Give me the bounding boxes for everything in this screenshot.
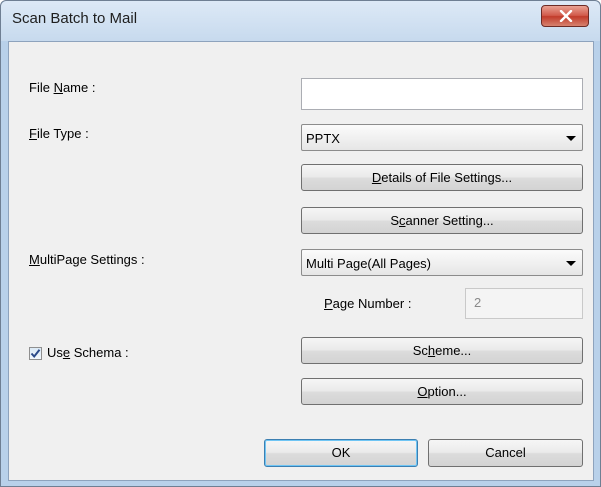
close-button[interactable] [541,5,589,27]
file-type-dropdown[interactable]: PPTX [301,124,583,151]
window-title: Scan Batch to Mail [12,10,138,27]
use-schema-label[interactable]: Use Schema : [47,345,129,360]
title-bar[interactable]: Scan Batch to Mail [1,1,600,41]
scanner-setting-button[interactable]: Scanner Setting... [301,207,583,234]
close-icon [559,10,573,22]
check-icon [30,349,41,359]
scheme-button[interactable]: Scheme... [301,337,583,364]
use-schema-checkbox[interactable] [29,347,42,360]
cancel-button[interactable]: Cancel [428,439,583,467]
option-button[interactable]: Option... [301,378,583,405]
file-name-input[interactable] [301,78,583,110]
file-name-label: File Name : [29,80,96,95]
multipage-settings-dropdown[interactable]: Multi Page(All Pages) [301,249,583,276]
chevron-down-icon [566,261,576,266]
chevron-down-icon [566,136,576,141]
details-of-file-settings-button[interactable]: Details of File Settings... [301,164,583,191]
dialog-body: File Name : File Type : PPTX Details of … [8,41,594,481]
multipage-settings-label: MultiPage Settings : [29,252,145,267]
page-number-input[interactable]: 2 [465,288,583,319]
dialog-window: Scan Batch to Mail File Name : File Type… [0,0,601,487]
ok-button[interactable]: OK [264,439,418,467]
page-number-label: Page Number : [324,296,412,311]
file-type-label: File Type : [29,126,89,141]
